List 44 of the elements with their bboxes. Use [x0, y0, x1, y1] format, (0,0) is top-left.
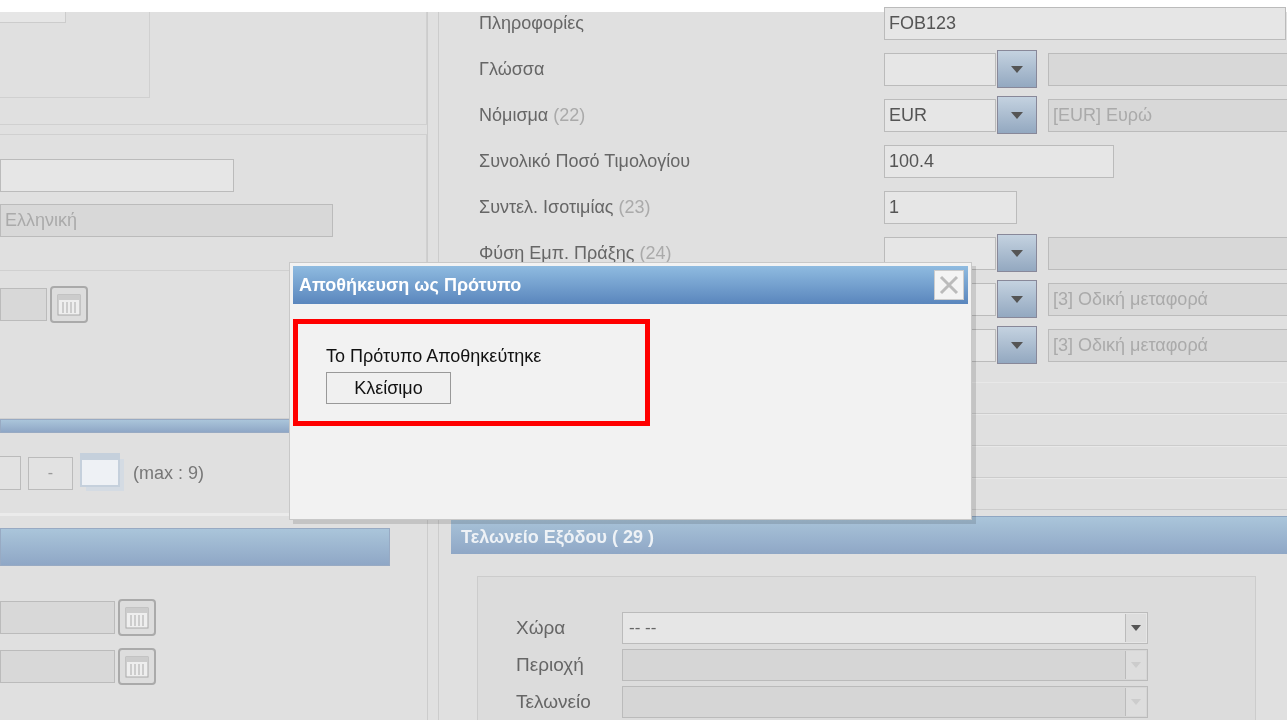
close-button[interactable]	[934, 270, 964, 300]
section-title: Τελωνείο Εξόδου ( 29 )	[461, 527, 654, 549]
calendar-button[interactable]	[118, 648, 156, 685]
dropdown-button[interactable]	[997, 326, 1037, 364]
dropdown-button[interactable]	[997, 234, 1037, 272]
date-field[interactable]	[0, 601, 115, 634]
date-field[interactable]	[0, 650, 115, 683]
input-field[interactable]	[0, 159, 234, 192]
calendar-icon	[56, 292, 82, 317]
select-field[interactable]: EUR	[884, 98, 996, 132]
caret-icon	[1131, 625, 1141, 631]
date-field[interactable]	[0, 288, 47, 321]
select-field[interactable]: -- --	[622, 612, 1148, 644]
select-field[interactable]	[884, 52, 996, 86]
caret-icon	[1011, 295, 1023, 303]
calendar-icon	[124, 654, 150, 679]
caret-icon	[1011, 65, 1023, 73]
attachment-limit: (max : 9)	[133, 462, 204, 484]
dialog-title: Αποθήκευση ως Πρότυπο	[299, 274, 522, 296]
dropdown-button[interactable]	[997, 50, 1037, 88]
field-label: Περιοχή	[516, 654, 585, 676]
caret-icon	[1011, 249, 1023, 257]
dropdown-button[interactable]	[997, 96, 1037, 134]
dialog-message: Το Πρότυπο Αποθηκεύτηκε	[326, 346, 543, 367]
caret-icon	[1011, 111, 1023, 119]
field-label: Γλώσσα	[479, 58, 545, 79]
field-label: Τελωνείο	[516, 691, 592, 713]
calendar-button[interactable]	[118, 599, 156, 636]
dropdown-button[interactable]	[997, 280, 1037, 318]
input-field[interactable]: 1	[884, 190, 1017, 224]
close-dialog-button[interactable]: Κλείσιμο	[326, 372, 451, 404]
field-label: Πληροφορίες	[479, 12, 584, 33]
close-icon	[938, 274, 960, 296]
field-label: Συνολικό Ποσό Τιμολογίου	[479, 150, 691, 171]
input-field[interactable]	[0, 456, 21, 490]
calendar-icon	[124, 605, 150, 630]
input-field[interactable]	[0, 12, 66, 23]
dropdown-button[interactable]	[1125, 614, 1146, 642]
window-icon[interactable]	[80, 453, 126, 493]
caret-icon	[1011, 341, 1023, 349]
input-field[interactable]: 100.4	[884, 144, 1114, 178]
calendar-button[interactable]	[50, 286, 88, 323]
input-field[interactable]: FOB123	[884, 6, 1286, 40]
field-label: Χώρα	[516, 617, 567, 639]
